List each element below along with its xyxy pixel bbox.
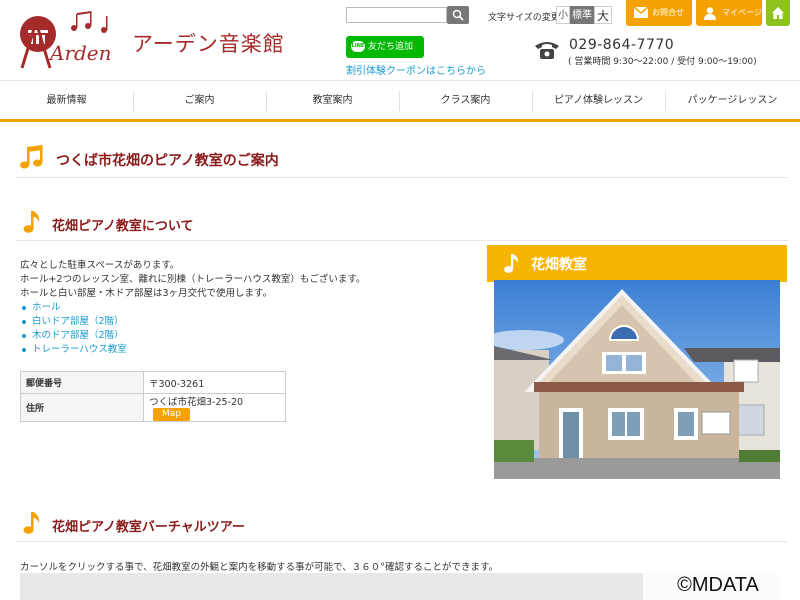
nav-item-trial-lesson[interactable]: ピアノ体験レッスン [532, 81, 665, 120]
line-button-label: 友だち追加 [368, 42, 414, 52]
line-icon: LINE [351, 41, 365, 52]
nav-item-guide[interactable]: ご案内 [133, 81, 266, 120]
double-note-icon [20, 145, 43, 169]
music-note-icon [23, 512, 40, 534]
search-icon [452, 9, 464, 21]
room-link-trailer-house[interactable]: トレーラーハウス教室 [22, 343, 470, 357]
person-icon [704, 7, 716, 20]
room-link-white-door[interactable]: 白いドア部屋（2階） [22, 315, 470, 329]
search-button[interactable] [447, 6, 469, 24]
room-list: ホール 白いドア部屋（2階） 木のドア部屋（2階） トレーラーハウス教室 [20, 301, 470, 357]
coupon-link[interactable]: 割引体験クーポンはこちらから [346, 62, 486, 77]
font-size-standard-button[interactable]: 標準 [570, 6, 594, 24]
about-section-title: 花畑ピアノ教室について [52, 219, 194, 234]
home-icon [772, 7, 784, 19]
classroom-building-photo [494, 280, 780, 479]
contact-button[interactable]: お問合せ [626, 0, 692, 26]
font-size-small-button[interactable]: 小 [556, 6, 570, 24]
room-link-wood-door[interactable]: 木のドア部屋（2階） [22, 329, 470, 343]
music-note-icon [23, 211, 40, 233]
nav-item-classrooms[interactable]: 教室案内 [266, 81, 399, 120]
description-line: ホールと白い部屋・木ドア部屋は3ヶ月交代で使用します。 [20, 288, 273, 299]
font-size-label: 文字サイズの変更 [488, 13, 560, 23]
mail-icon [634, 7, 648, 18]
site-title[interactable]: アーデン音楽館 [132, 28, 285, 58]
postal-code-label: 郵便番号 [20, 371, 144, 394]
music-note-icon [504, 254, 519, 273]
site-header: Arden アーデン音楽館 文字サイズの変更 小 標準 大 お問合せ マイページ… [0, 0, 800, 80]
photo-panel-title: 花畑教室 [531, 257, 587, 273]
photo-panel-header: 花畑教室 [487, 245, 787, 290]
search-input[interactable] [346, 7, 447, 23]
description-line: 広々とした駐車スペースがあります。 [20, 260, 180, 271]
map-button[interactable]: Map [153, 408, 190, 421]
nav-item-classes[interactable]: クラス案内 [399, 81, 532, 120]
description-line: ホール+2つのレッスン室、離れに別棟（トレーラーハウス教室）もございます。 [20, 274, 366, 285]
copyright-watermark: ©MDATA [643, 570, 793, 600]
tour-section-title: 花畑ピアノ教室バーチャルツアー [52, 520, 245, 535]
tour-description: カーソルをクリックする事で、花畑教室の外観と案内を移動する事が可能で、３６０°確… [20, 562, 499, 573]
mypage-label: マイページ [722, 8, 762, 17]
line-add-friend-button[interactable]: LINE 友だち追加 [346, 36, 424, 58]
font-size-large-button[interactable]: 大 [594, 6, 612, 24]
phone-icon [535, 42, 559, 59]
page-title: つくば市花畑のピアノ教室のご案内 [56, 153, 279, 169]
address-value: つくば市花畑3-25-20 [149, 397, 244, 408]
home-button[interactable] [766, 0, 790, 26]
about-description: 広々とした駐車スペースがあります。 ホール+2つのレッスン室、離れに別棟（トレー… [20, 259, 470, 357]
room-link-hall[interactable]: ホール [22, 301, 470, 315]
table-row: 住所 つくば市花畑3-25-20 Map [20, 393, 286, 422]
address-table: 郵便番号 〒300-3261 住所 つくば市花畑3-25-20 Map [20, 371, 286, 422]
table-row: 郵便番号 〒300-3261 [20, 371, 286, 394]
svg-text:Arden: Arden [48, 41, 112, 65]
page-title-row: つくば市花畑のピアノ教室のご案内 [16, 140, 788, 178]
address-label: 住所 [20, 393, 144, 422]
main-navigation: 最新情報 ご案内 教室案内 クラス案内 ピアノ体験レッスン パッケージレッスン [0, 80, 800, 122]
nav-item-news[interactable]: 最新情報 [0, 81, 133, 120]
address-cell: つくば市花畑3-25-20 Map [143, 393, 286, 422]
nav-item-package-lesson[interactable]: パッケージレッスン [665, 81, 800, 120]
mypage-button[interactable]: マイページ [696, 0, 762, 26]
phone-number[interactable]: 029-864-7770 [569, 37, 674, 53]
arden-logo[interactable]: Arden [16, 8, 120, 72]
about-section-heading-row: 花畑ピアノ教室について [16, 205, 788, 241]
business-hours: ( 営業時間 9:30～22:00 / 受付 9:00～19:00) [568, 57, 757, 67]
contact-label: お問合せ [652, 8, 684, 17]
postal-code-value: 〒300-3261 [143, 371, 286, 394]
tour-section-heading-row: 花畑ピアノ教室バーチャルツアー [16, 506, 788, 542]
